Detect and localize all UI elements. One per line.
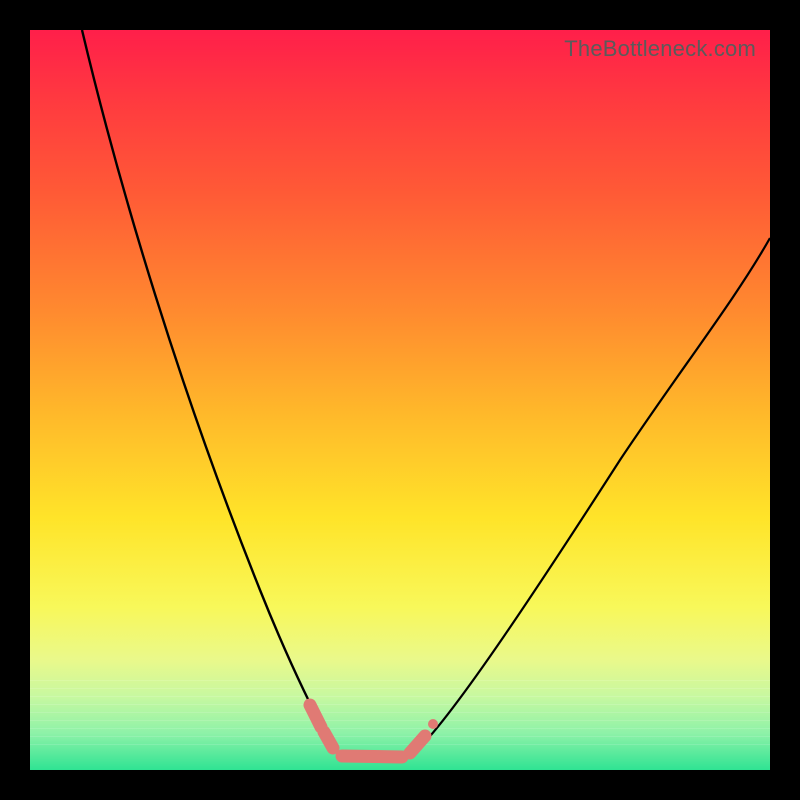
marker-right [410,736,425,753]
marker-left-bottom [324,732,333,748]
marker-floor [342,756,402,757]
curve-layer [30,30,770,770]
outer-frame: TheBottleneck.com [0,0,800,800]
curve-right-branch [415,238,770,752]
marker-group [310,705,438,757]
marker-left-top [310,705,321,727]
marker-right-dot [428,719,438,729]
curve-left-branch [82,30,335,750]
plot-area: TheBottleneck.com [30,30,770,770]
